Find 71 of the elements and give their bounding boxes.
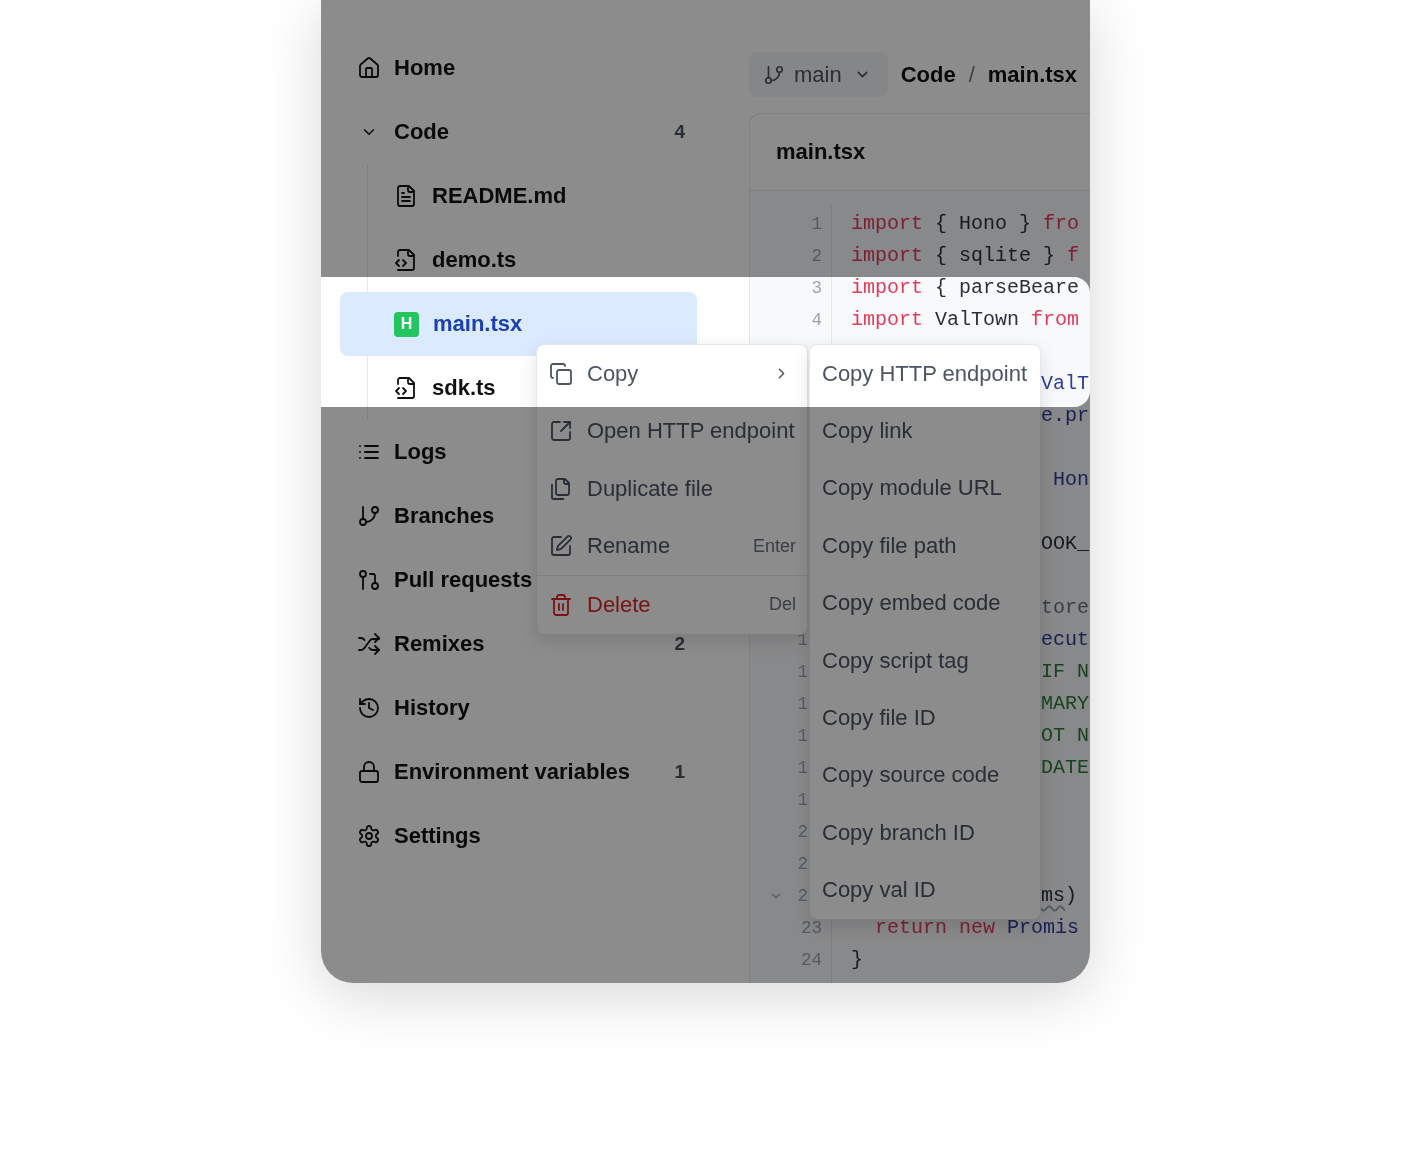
keyboard-shortcut: Enter [752, 535, 796, 557]
menu-item[interactable]: Copy file path [810, 517, 1040, 575]
code-file-icon [394, 376, 418, 400]
item-count: 1 [674, 761, 686, 783]
nav-item[interactable]: Code [340, 100, 461, 164]
code-line: DATE [1041, 757, 1089, 779]
nav-item[interactable]: History [340, 676, 482, 740]
shuffle-icon [357, 632, 381, 656]
menu-item[interactable]: Copy file ID [810, 689, 1040, 747]
breadcrumb-link[interactable]: Code [900, 61, 956, 88]
code-line: MARY [1041, 693, 1089, 715]
code-line: } [851, 949, 863, 971]
menu-item[interactable]: Copy source code [810, 746, 1040, 805]
breadcrumb-separator: / [968, 61, 975, 88]
code-line: ValT [1041, 373, 1089, 395]
file-item[interactable]: demo.ts [340, 228, 529, 292]
menu-item[interactable]: Copy script tag [810, 631, 1040, 690]
branch-selector[interactable]: main [749, 52, 888, 97]
code-line: IF N [1041, 661, 1089, 683]
file-item[interactable]: sdk.ts [340, 356, 508, 420]
code-line: import ValTown from [851, 309, 1080, 331]
menu-item[interactable]: Copy link [810, 402, 1040, 460]
menu-item[interactable]: Copy module URL [810, 459, 1040, 518]
menu-item[interactable]: Copy val ID [810, 861, 1040, 919]
nav-item[interactable]: Environment variables [340, 740, 642, 804]
home-icon [357, 56, 381, 80]
code-line: import { Hono } fro [851, 213, 1080, 235]
code-line: OT N [1041, 725, 1089, 747]
nav-item[interactable]: Branches [340, 484, 507, 548]
settings-icon [357, 824, 381, 848]
item-count: 4 [674, 121, 686, 143]
file-title: main.tsx [776, 139, 866, 165]
menu-item[interactable]: Copy embed code [810, 574, 1040, 632]
menu-item[interactable]: Delete Del [537, 576, 807, 634]
file-item[interactable]: README.md [340, 164, 579, 228]
file-type-badge: H [394, 311, 419, 337]
code-line: import { parseBeare [851, 277, 1080, 299]
breadcrumb-current: main.tsx [987, 61, 1078, 88]
code-line: import { sqlite } f [851, 245, 1080, 267]
keyboard-shortcut: Del [769, 594, 796, 616]
menu-item[interactable]: Copy branch ID [810, 804, 1040, 862]
code-file-icon [394, 248, 418, 272]
code-line: ms) [1041, 885, 1078, 907]
item-count: 2 [674, 633, 686, 655]
document-icon [394, 184, 418, 208]
code-line: tore [1041, 597, 1089, 619]
line-number: 4 [811, 310, 822, 330]
copy-icon [549, 361, 573, 386]
duplicate-icon [549, 476, 573, 501]
branch-icon [357, 504, 381, 528]
menu-item[interactable]: Copy HTTP endpoint [810, 345, 1040, 403]
branch-icon [763, 63, 785, 86]
menu-item[interactable]: Open HTTP endpoint [537, 402, 807, 460]
nav-item[interactable]: Logs [340, 420, 459, 484]
nav-item[interactable]: Settings [340, 804, 493, 868]
code-line: e.pr [1041, 405, 1089, 427]
nav-item[interactable]: Remixes [340, 612, 497, 676]
code-line: return new Promis [874, 917, 1080, 939]
menu-item[interactable]: Duplicate file [537, 460, 807, 518]
external-link-icon [549, 419, 573, 444]
nav-item[interactable]: Home [340, 36, 468, 100]
edit-icon [549, 534, 573, 559]
file-item[interactable]: H main.tsx [340, 292, 697, 356]
pull-request-icon [357, 568, 381, 592]
code-line: Hon [1052, 469, 1089, 491]
lock-icon [357, 760, 381, 784]
trash-icon [549, 592, 573, 617]
history-icon [357, 696, 381, 720]
code-line: OOK_ [1041, 533, 1089, 555]
code-line: ecut [1041, 629, 1089, 651]
line-number: 3 [811, 278, 822, 298]
